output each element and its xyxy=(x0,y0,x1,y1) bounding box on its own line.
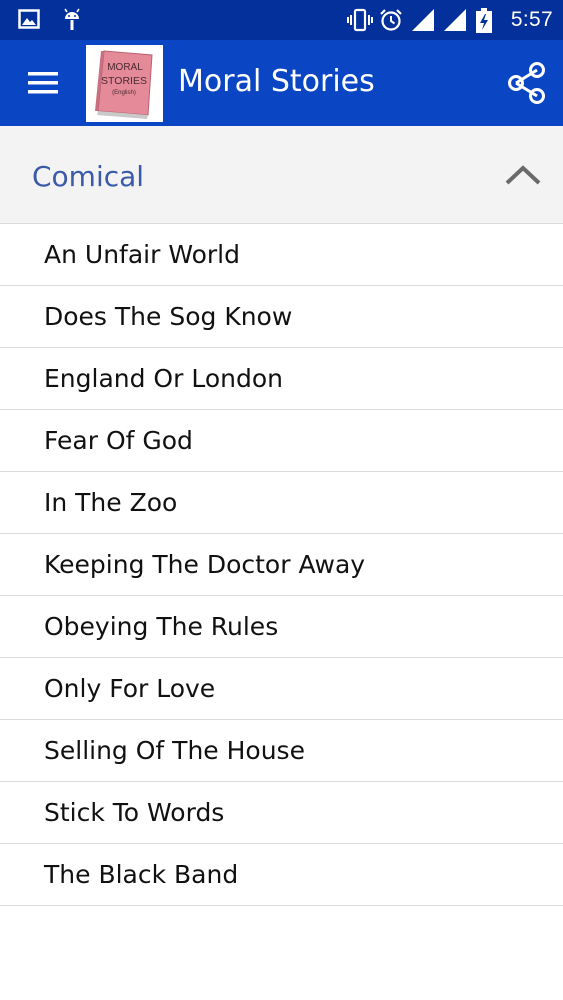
list-item[interactable]: Does The Sog Know xyxy=(0,286,563,348)
list-item-label: Keeping The Doctor Away xyxy=(44,550,366,579)
menu-button[interactable] xyxy=(20,64,66,102)
alarm-icon xyxy=(379,8,403,32)
list-item-label: Selling Of The House xyxy=(44,736,305,765)
list-item[interactable]: Only For Love xyxy=(0,658,563,720)
list-item-label: Obeying The Rules xyxy=(44,612,279,641)
list-item[interactable]: The Black Band xyxy=(0,844,563,906)
status-bar-right: 5:57 xyxy=(346,6,553,34)
section-title: Comical xyxy=(32,160,145,193)
list-item[interactable]: Stick To Words xyxy=(0,782,563,844)
status-time: 5:57 xyxy=(510,8,553,31)
book-logo-icon: MORAL STORIES (English) xyxy=(95,50,153,119)
share-button[interactable] xyxy=(505,60,549,106)
logo-line-2: STORIES xyxy=(101,75,147,87)
status-bar-left xyxy=(18,8,84,32)
list-item[interactable]: England Or London xyxy=(0,348,563,410)
image-icon xyxy=(18,8,42,32)
android-icon xyxy=(60,8,84,32)
list-item[interactable]: Fear Of God xyxy=(0,410,563,472)
hamburger-menu-icon xyxy=(28,72,58,94)
app-logo: MORAL STORIES (English) xyxy=(86,45,163,122)
signal-icon xyxy=(411,8,435,32)
list-item-label: Does The Sog Know xyxy=(44,302,293,331)
list-item-label: Stick To Words xyxy=(44,798,225,827)
share-icon xyxy=(508,62,545,104)
list-item[interactable]: Obeying The Rules xyxy=(0,596,563,658)
status-bar: 5:57 xyxy=(0,0,563,40)
logo-line-3: (English) xyxy=(112,90,136,96)
chevron-up-icon[interactable] xyxy=(503,162,543,188)
vibrate-icon xyxy=(346,8,373,32)
signal-icon xyxy=(443,8,467,32)
list-item-label: An Unfair World xyxy=(44,240,240,269)
list-item[interactable]: Selling Of The House xyxy=(0,720,563,782)
list-item-label: The Black Band xyxy=(44,860,239,889)
app-bar: MORAL STORIES (English) Moral Stories xyxy=(0,40,563,126)
list-item-label: In The Zoo xyxy=(44,488,178,517)
logo-line-1: MORAL xyxy=(107,62,143,73)
section-header-comical[interactable]: Comical xyxy=(0,126,563,224)
story-list: An Unfair World Does The Sog Know Englan… xyxy=(0,224,563,906)
list-item-label: Only For Love xyxy=(44,674,216,703)
list-item[interactable]: In The Zoo xyxy=(0,472,563,534)
list-item[interactable]: An Unfair World xyxy=(0,224,563,286)
battery-charging-icon xyxy=(475,8,499,33)
list-item[interactable]: Keeping The Doctor Away xyxy=(0,534,563,596)
list-item-label: England Or London xyxy=(44,364,283,393)
app-title: Moral Stories xyxy=(178,64,375,99)
list-item-label: Fear Of God xyxy=(44,426,193,455)
